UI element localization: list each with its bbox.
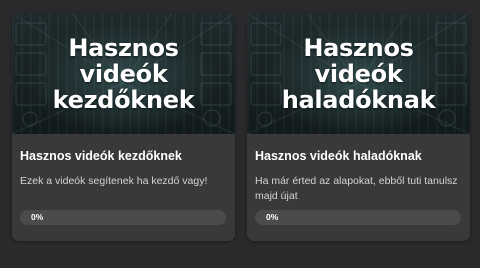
progress-bar: 0% xyxy=(255,210,461,225)
thumbnail-line: Hasznos xyxy=(303,34,414,62)
thumbnail-line: videók xyxy=(79,60,168,88)
thumbnail-line: Hasznos xyxy=(68,34,179,62)
thumbnail-line: haladóknak xyxy=(281,86,436,114)
thumbnail-title: Hasznos videók kezdőknek xyxy=(12,35,235,113)
course-title[interactable]: Hasznos videók haladóknak xyxy=(255,148,462,164)
course-description: Ha már érted az alapokat, ebből tuti tan… xyxy=(255,175,458,202)
progress-label: 0% xyxy=(31,212,44,222)
course-description: Ezek a videók segítenek ha kezdő vagy! xyxy=(20,175,208,187)
thumbnail-line: videók xyxy=(314,60,403,88)
course-thumbnail[interactable]: Hasznos videók haladóknak xyxy=(247,13,470,134)
thumbnail-line: kezdőknek xyxy=(52,86,195,114)
progress-bar: 0% xyxy=(20,210,226,225)
course-thumbnail[interactable]: Hasznos videók kezdőknek xyxy=(12,13,235,134)
course-grid: Hasznos videók kezdőknek Hasznos videók … xyxy=(0,0,480,268)
progress-label: 0% xyxy=(266,212,279,222)
course-card-beginners[interactable]: Hasznos videók kezdőknek Hasznos videók … xyxy=(12,13,235,241)
thumbnail-title: Hasznos videók haladóknak xyxy=(247,35,470,113)
course-title[interactable]: Hasznos videók kezdőknek xyxy=(20,148,227,164)
course-card-advanced[interactable]: Hasznos videók haladóknak Hasznos videók… xyxy=(247,13,470,241)
